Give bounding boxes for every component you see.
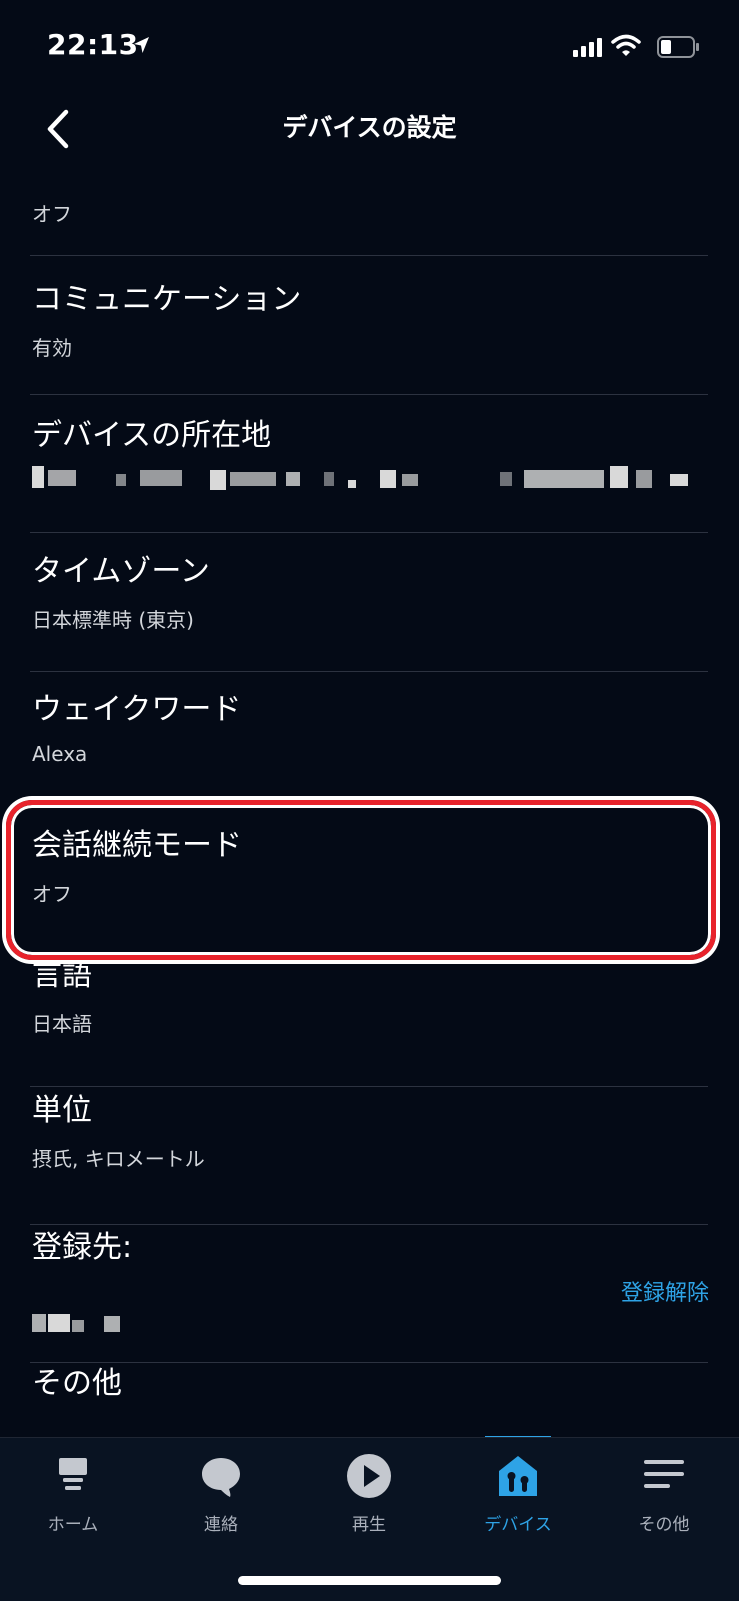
play-icon xyxy=(347,1454,391,1498)
tab-devices[interactable]: デバイス xyxy=(463,1438,573,1548)
communication-title: コミュニケーション xyxy=(32,282,302,317)
divider xyxy=(30,1362,708,1363)
divider xyxy=(30,255,708,256)
tab-play-label: 再生 xyxy=(352,1515,386,1535)
tab-more[interactable]: その他 xyxy=(609,1438,719,1548)
settings-row-wake-word[interactable]: ウェイクワード Alexa xyxy=(30,670,710,800)
settings-row-time-zone[interactable]: タイムゾーン 日本標準時 (東京) xyxy=(30,530,710,660)
wake-word-title: ウェイクワード xyxy=(32,692,242,727)
page-title: デバイスの設定 xyxy=(282,113,457,142)
tab-home-label: ホーム xyxy=(47,1515,99,1535)
tab-communicate[interactable]: 連絡 xyxy=(166,1438,276,1548)
other-title: その他 xyxy=(32,1366,122,1401)
status-bar: 22:13 xyxy=(0,0,739,95)
tab-devices-label: デバイス xyxy=(484,1515,552,1535)
unregister-link[interactable]: 登録解除 xyxy=(621,1275,709,1307)
previous-setting-value: オフ xyxy=(32,202,72,226)
tab-communicate-label: 連絡 xyxy=(204,1515,238,1535)
tab-more-label: その他 xyxy=(638,1515,690,1535)
settings-row-language[interactable]: 言語 日本語 xyxy=(30,950,710,1075)
registered-to-title: 登録先: xyxy=(32,1230,133,1265)
chat-bubble-icon xyxy=(202,1458,240,1497)
menu-icon xyxy=(644,1460,684,1488)
divider xyxy=(30,1086,708,1087)
divider xyxy=(30,394,708,395)
settings-row-units[interactable]: 単位 摂氏, キロメートル xyxy=(30,1085,710,1210)
wake-word-value: Alexa xyxy=(32,742,88,766)
divider xyxy=(30,1224,708,1225)
wifi-icon xyxy=(611,34,641,56)
home-indicator[interactable] xyxy=(238,1576,501,1585)
highlight-annotation xyxy=(6,800,716,960)
status-time: 22:13 xyxy=(47,28,139,61)
settings-row-registered-to: 登録先: xyxy=(30,1222,710,1352)
tab-play[interactable]: 再生 xyxy=(314,1438,424,1548)
units-title: 単位 xyxy=(32,1093,92,1128)
divider xyxy=(30,532,708,533)
tab-home[interactable]: ホーム xyxy=(18,1438,128,1548)
units-value: 摂氏, キロメートル xyxy=(32,1147,205,1171)
divider xyxy=(30,671,708,672)
home-icon xyxy=(59,1458,87,1490)
cellular-signal-icon xyxy=(573,38,602,57)
time-zone-title: タイムゾーン xyxy=(32,554,210,589)
location-arrow-icon xyxy=(134,37,149,53)
language-value: 日本語 xyxy=(32,1012,92,1036)
battery-icon xyxy=(657,36,699,58)
settings-row-device-location[interactable]: デバイスの所在地 xyxy=(30,394,710,524)
device-location-title: デバイスの所在地 xyxy=(32,418,272,453)
devices-icon xyxy=(499,1456,537,1496)
settings-row-previous[interactable]: オフ xyxy=(30,190,710,250)
time-zone-value: 日本標準時 (東京) xyxy=(32,608,194,632)
communication-value: 有効 xyxy=(32,336,72,360)
settings-row-other[interactable]: その他 xyxy=(30,1358,710,1438)
settings-row-communication[interactable]: コミュニケーション 有効 xyxy=(30,258,710,388)
